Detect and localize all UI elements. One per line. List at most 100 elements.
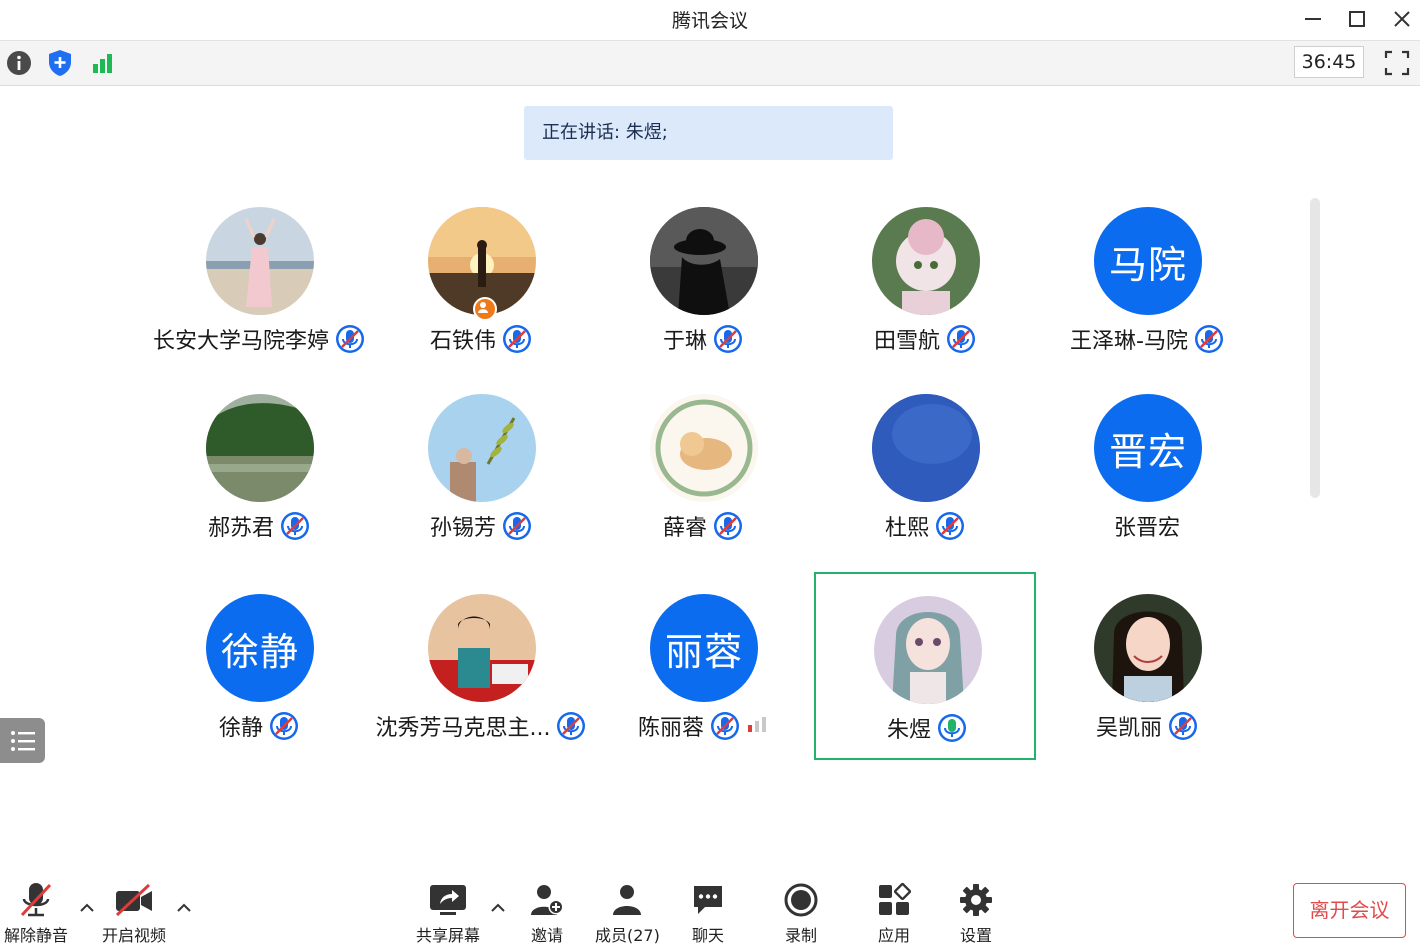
participant-tile[interactable]: 朱煜 — [814, 572, 1036, 760]
maximize-icon — [1349, 11, 1365, 27]
mic-muted-icon — [946, 324, 976, 354]
participant-tile[interactable]: 沈秀芳马克思主... — [370, 572, 592, 760]
mic-muted-icon — [336, 325, 364, 353]
participant-name: 徐静 — [218, 716, 263, 741]
members-icon — [613, 885, 642, 915]
chat-button[interactable]: 聊天 — [691, 880, 725, 946]
share-screen-button[interactable]: 共享屏幕 — [416, 880, 480, 946]
info-button[interactable] — [4, 48, 34, 78]
participant-name: 王泽琳-马院 — [1070, 329, 1188, 354]
mic-muted-icon — [503, 512, 531, 540]
participant-name: 孙锡芳 — [429, 516, 496, 541]
info-icon — [7, 51, 31, 75]
mic-muted-icon — [713, 324, 743, 354]
chevron-up-icon[interactable] — [175, 900, 193, 914]
participant-name-row: 杜熙 — [814, 510, 1036, 542]
mic-muted-icon — [280, 511, 310, 541]
participant-tile[interactable]: 晋宏 张晋宏 — [1036, 372, 1258, 560]
participant-tile[interactable]: 杜熙 — [814, 372, 1036, 560]
participant-tile[interactable]: 马院王泽琳-马院 — [1036, 185, 1258, 373]
participant-tile[interactable]: 长安大学马院李婷 — [148, 185, 370, 373]
fullscreen-button[interactable] — [1382, 48, 1412, 78]
participant-tile[interactable]: 田雪航 — [814, 185, 1036, 373]
chat-label: 聊天 — [691, 926, 724, 945]
avatar — [206, 394, 314, 502]
participant-tile[interactable]: 郝苏君 — [148, 372, 370, 560]
participant-name: 陈丽蓉 — [637, 716, 704, 741]
mic-muted-icon — [714, 325, 742, 353]
unmute-label: 解除静音 — [4, 926, 69, 945]
avatar — [872, 394, 980, 502]
chevron-up-icon[interactable] — [489, 900, 507, 914]
unmute-button[interactable]: 解除静音 — [4, 880, 68, 946]
list-icon — [10, 730, 35, 751]
maximize-button[interactable] — [1342, 5, 1372, 33]
participant-tile[interactable]: 吴凯丽 — [1036, 572, 1258, 760]
avatar — [428, 394, 536, 502]
participant-name-row: 郝苏君 — [148, 510, 370, 542]
close-button[interactable] — [1387, 5, 1417, 33]
mic-muted-icon — [1194, 324, 1224, 354]
window-title: 腾讯会议 — [671, 10, 748, 32]
start-video-button[interactable]: 开启视频 — [102, 880, 166, 946]
shield-icon — [49, 50, 71, 76]
security-button[interactable] — [45, 48, 75, 78]
participant-name-row: 朱煜 — [816, 712, 1038, 744]
signal-icon — [93, 54, 112, 73]
record-button[interactable]: 录制 — [783, 880, 819, 946]
apps-button[interactable]: 应用 — [876, 880, 912, 946]
start-video-label: 开启视频 — [102, 926, 167, 945]
avatar-image — [872, 394, 980, 502]
record-icon — [784, 883, 818, 917]
mic-muted-icon — [502, 511, 532, 541]
avatar-image — [206, 207, 314, 315]
avatar-initials: 徐静 — [220, 629, 299, 674]
avatar: 徐静 — [206, 594, 314, 702]
participant-tile[interactable]: 孙锡芳 — [370, 372, 592, 560]
avatar — [428, 594, 536, 702]
participants-scrollbar[interactable] — [1310, 198, 1320, 498]
participant-tile[interactable]: 于琳 — [592, 185, 814, 373]
avatar: 晋宏 — [1094, 394, 1202, 502]
share-screen-label: 共享屏幕 — [416, 926, 481, 945]
mic-muted-icon — [20, 883, 52, 917]
avatar-image — [1094, 594, 1202, 702]
participant-name: 长安大学马院李婷 — [152, 329, 329, 354]
participant-name-row: 田雪航 — [814, 323, 1036, 355]
participant-name: 吴凯丽 — [1095, 716, 1162, 741]
invite-button[interactable]: 邀请 — [529, 880, 565, 946]
minimize-button[interactable] — [1298, 5, 1328, 33]
leave-meeting-button[interactable]: 离开会议 — [1293, 883, 1406, 938]
avatar: 马院 — [1094, 207, 1202, 315]
avatar: 丽蓉 — [650, 594, 758, 702]
share-screen-icon — [430, 885, 466, 915]
participant-name: 薛睿 — [662, 516, 707, 541]
video-off-icon — [115, 883, 152, 917]
chevron-up-icon[interactable] — [78, 900, 96, 914]
avatar-initials: 马院 — [1108, 242, 1187, 287]
layout-list-button[interactable] — [0, 718, 45, 763]
participant-name-row: 石铁伟 — [370, 323, 592, 355]
participant-tile[interactable]: 石铁伟 — [370, 185, 592, 373]
mic-muted-icon — [713, 511, 743, 541]
avatar-image — [872, 207, 980, 315]
mic-muted-icon — [1169, 712, 1197, 740]
members-button[interactable]: 成员(27) — [595, 880, 660, 946]
mic-muted-icon — [503, 325, 531, 353]
mic-muted-icon — [936, 512, 964, 540]
settings-label: 设置 — [959, 926, 992, 945]
network-button[interactable] — [87, 48, 117, 78]
mic-muted-icon — [281, 512, 309, 540]
mic-muted-icon — [1194, 325, 1223, 353]
gear-icon — [960, 884, 992, 916]
avatar — [874, 596, 982, 704]
settings-button[interactable]: 设置 — [958, 880, 994, 946]
avatar — [872, 207, 980, 315]
participant-tile[interactable]: 徐静 徐静 — [148, 572, 370, 760]
invite-label: 邀请 — [530, 926, 563, 945]
mic-muted-icon — [269, 711, 299, 741]
add-user-icon — [531, 885, 564, 915]
apps-icon — [879, 882, 912, 915]
participant-tile[interactable]: 丽蓉陈丽蓉 — [592, 572, 814, 760]
participant-tile[interactable]: 薛睿 — [592, 372, 814, 560]
